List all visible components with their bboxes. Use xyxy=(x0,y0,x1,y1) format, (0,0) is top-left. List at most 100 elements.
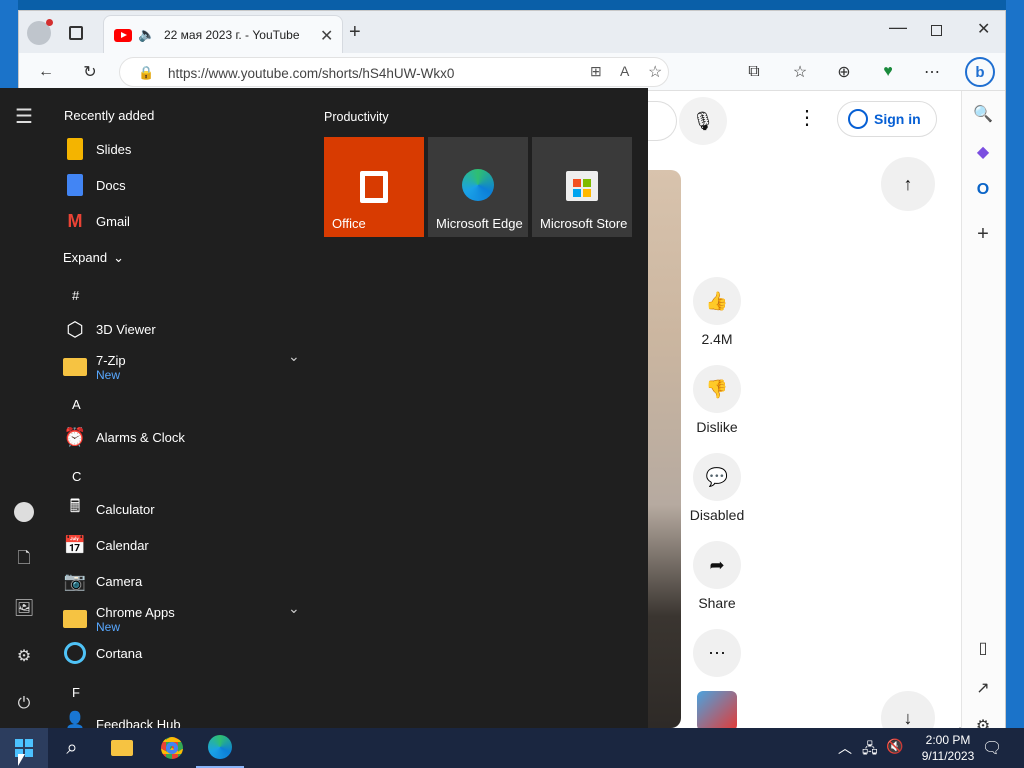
dislike-button[interactable]: 👎 xyxy=(693,365,741,413)
comments-label: Disabled xyxy=(689,507,745,523)
app-label: Calendar xyxy=(96,537,149,553)
maximize-icon[interactable] xyxy=(931,25,942,36)
app-7zip[interactable]: 7-Zip New xyxy=(62,347,302,387)
refresh-icon[interactable]: ↻ xyxy=(75,57,105,87)
more-options-icon[interactable]: ⋮ xyxy=(797,105,817,130)
tile-label: Microsoft Store xyxy=(540,216,628,231)
voice-search-icon[interactable]: 🎙 xyxy=(679,97,727,145)
pictures-icon[interactable]: 🖼 xyxy=(0,588,48,628)
profile-icon[interactable] xyxy=(27,19,53,45)
external-link-icon[interactable]: ↗ xyxy=(968,673,998,703)
hide-sidebar-icon[interactable]: ▯ xyxy=(968,633,998,663)
app-available-icon[interactable]: ⊞ xyxy=(590,63,602,80)
taskbar: ⌕ ︿ 🖧 🔇 2:00 PM 9/11/2023 🗨 xyxy=(0,728,1024,768)
back-icon[interactable]: ← xyxy=(31,57,61,87)
dislike-label: Dislike xyxy=(696,419,738,435)
power-icon[interactable]: ⏻ xyxy=(0,684,48,724)
sign-in-button[interactable]: Sign in xyxy=(837,101,937,137)
mouse-cursor-icon xyxy=(18,754,25,766)
section-letter[interactable]: F xyxy=(72,685,80,700)
tile-label: Microsoft Edge xyxy=(436,216,523,231)
network-icon[interactable]: 🖧 xyxy=(862,738,878,762)
folder-icon xyxy=(62,606,88,632)
section-letter[interactable]: A xyxy=(72,397,81,412)
sign-in-label: Sign in xyxy=(874,111,921,127)
speaker-icon[interactable]: 🔈 xyxy=(138,26,155,43)
app-label: 7-Zip xyxy=(96,352,126,368)
app-alarms-clock[interactable]: ⏰ Alarms & Clock xyxy=(62,419,302,455)
comments-button[interactable]: 💬 xyxy=(693,453,741,501)
slides-icon xyxy=(62,136,88,162)
close-tab-icon[interactable]: ✕ xyxy=(320,26,333,46)
app-camera[interactable]: 📷 Camera xyxy=(62,563,302,599)
search-box-edge[interactable] xyxy=(647,101,677,141)
address-bar[interactable]: 🔒 https://www.youtube.com/shorts/hS4hUW-… xyxy=(119,57,669,87)
hamburger-menu-icon[interactable]: ☰ xyxy=(0,96,48,136)
productivity-heading: Productivity xyxy=(324,110,389,124)
file-explorer-icon[interactable] xyxy=(98,728,146,768)
search-icon[interactable]: ⌕ xyxy=(48,728,96,768)
system-clock[interactable]: 2:00 PM 9/11/2023 xyxy=(918,732,978,764)
hidden-icons-chevron-icon[interactable]: ︿ xyxy=(838,738,852,758)
tile-microsoft-edge[interactable]: Microsoft Edge xyxy=(428,137,528,237)
app-label: Docs xyxy=(96,177,126,193)
performance-icon[interactable]: ♥ xyxy=(873,57,903,87)
start-menu: ☰ 🗋 🖼 ⚙ ⏻ Recently added Slides Docs M G… xyxy=(0,88,648,732)
copilot-icon[interactable]: ◆ xyxy=(968,137,998,167)
favorite-star-icon[interactable]: ☆ xyxy=(648,62,662,82)
section-letter[interactable]: C xyxy=(72,469,81,484)
app-slides[interactable]: Slides xyxy=(62,131,302,167)
app-chrome-apps[interactable]: Chrome Apps New xyxy=(62,599,302,639)
settings-more-icon[interactable]: ⋯ xyxy=(917,57,947,87)
expand-button[interactable]: Expand ⌄ xyxy=(63,250,124,266)
more-actions-button[interactable]: ⋯ xyxy=(693,629,741,677)
read-aloud-icon[interactable]: A xyxy=(620,63,629,79)
app-cortana[interactable]: Cortana xyxy=(62,635,302,671)
add-icon[interactable]: + xyxy=(968,219,998,249)
tile-office[interactable]: Office xyxy=(324,137,424,237)
chevron-down-icon[interactable]: ⌄ xyxy=(288,348,300,365)
close-window-icon[interactable]: ✕ xyxy=(977,19,990,39)
gmail-icon: M xyxy=(67,210,83,231)
account-icon xyxy=(848,109,868,129)
shorts-video[interactable] xyxy=(647,170,681,728)
channel-thumbnail[interactable] xyxy=(697,691,737,731)
chevron-down-icon[interactable]: ⌄ xyxy=(288,600,300,617)
calculator-icon: 🖩 xyxy=(69,496,81,516)
documents-icon[interactable]: 🗋 xyxy=(0,540,48,580)
volume-muted-icon[interactable]: 🔇 xyxy=(886,738,903,755)
notifications-icon[interactable]: 🗨 xyxy=(982,738,1002,758)
settings-icon[interactable]: ⚙ xyxy=(0,636,48,676)
collections-icon[interactable]: ⊕ xyxy=(829,57,859,87)
app-calculator[interactable]: 🖩 Calculator xyxy=(62,491,302,527)
app-3d-viewer[interactable]: ⬡ 3D Viewer xyxy=(62,311,302,347)
store-logo-icon xyxy=(566,171,598,201)
app-gmail[interactable]: M Gmail xyxy=(62,203,302,239)
app-calendar[interactable]: 📅 Calendar xyxy=(62,527,302,563)
search-icon[interactable]: 🔍 xyxy=(968,99,998,129)
recently-added-heading: Recently added xyxy=(64,108,155,123)
browser-navbar: ← ↻ 🔒 https://www.youtube.com/shorts/hS4… xyxy=(19,53,1005,91)
app-docs[interactable]: Docs xyxy=(62,167,302,203)
minimize-icon[interactable]: — xyxy=(889,17,907,38)
lock-icon: 🔒 xyxy=(138,65,155,80)
edge-icon[interactable] xyxy=(196,728,244,768)
app-label: Camera xyxy=(96,573,143,589)
new-tab-icon[interactable]: + xyxy=(349,21,361,44)
cube-icon: ⬡ xyxy=(66,318,84,341)
tile-microsoft-store[interactable]: Microsoft Store xyxy=(532,137,632,237)
tab-title: 22 мая 2023 г. - YouTube xyxy=(164,28,300,42)
section-letter[interactable]: # xyxy=(72,288,79,303)
outlook-icon[interactable]: O xyxy=(968,175,998,205)
chrome-icon[interactable] xyxy=(148,728,196,768)
split-screen-icon[interactable]: ⧉ xyxy=(739,57,769,87)
browser-tab[interactable]: 🔈 22 мая 2023 г. - YouTube ✕ xyxy=(103,15,343,55)
tab-actions-icon[interactable] xyxy=(69,26,83,40)
docs-icon xyxy=(62,172,88,198)
scroll-up-button[interactable]: ↑ xyxy=(881,157,935,211)
user-account-icon[interactable] xyxy=(0,492,48,532)
favorites-icon[interactable]: ☆ xyxy=(785,57,815,87)
like-button[interactable]: 👍 xyxy=(693,277,741,325)
share-button[interactable]: ➦ xyxy=(693,541,741,589)
bing-copilot-icon[interactable]: b xyxy=(965,57,995,87)
